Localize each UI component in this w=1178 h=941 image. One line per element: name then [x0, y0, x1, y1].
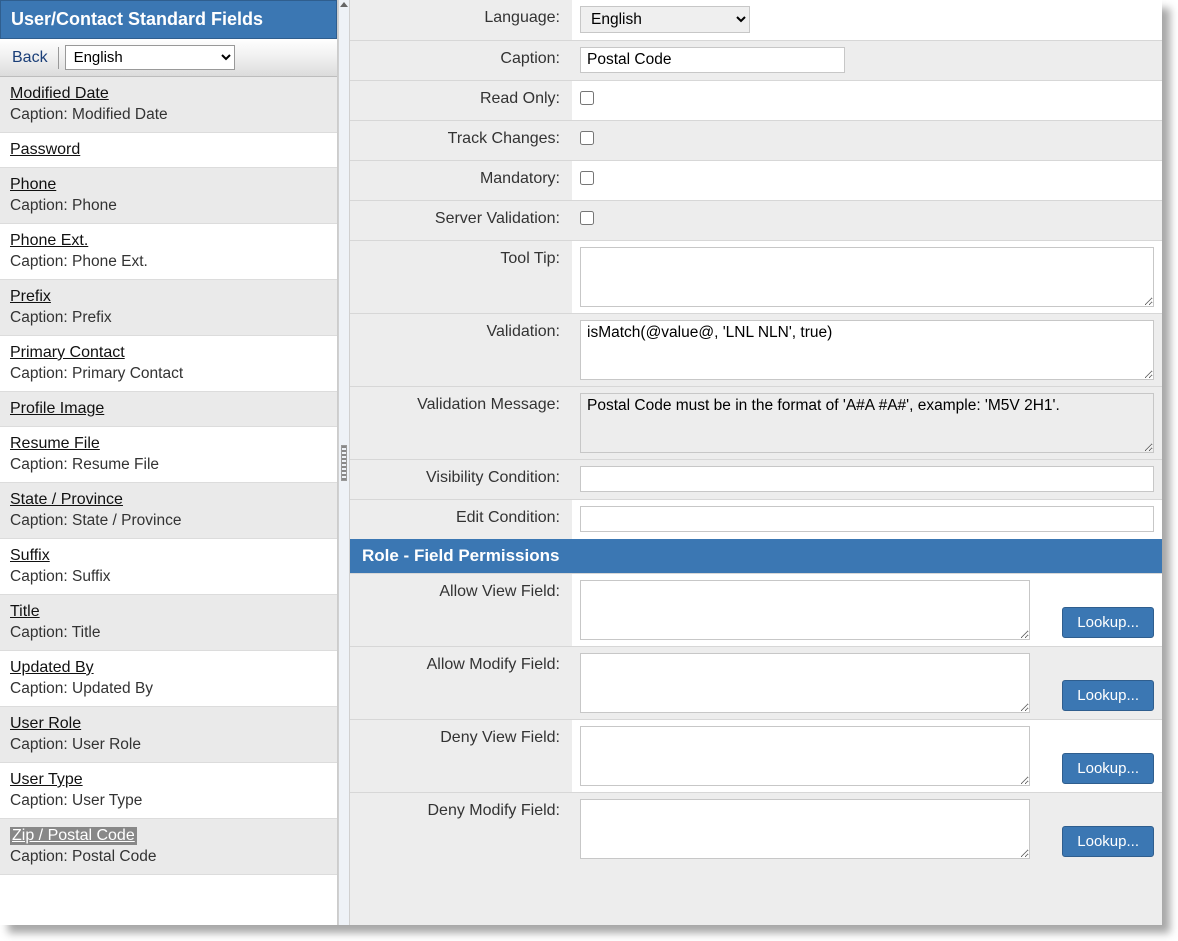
field-name[interactable]: Zip / Postal Code [10, 827, 137, 845]
lookup-button-deny-view[interactable]: Lookup... [1062, 753, 1154, 784]
label-track-changes: Track Changes: [350, 121, 572, 160]
field-name[interactable]: State / Province [10, 491, 123, 509]
tool-tip-input[interactable] [580, 247, 1154, 307]
field-list-item[interactable]: User Type Caption: User Type [0, 763, 337, 819]
field-caption: Caption: Modified Date [10, 106, 327, 124]
deny-modify-input[interactable] [580, 799, 1030, 859]
field-list-item[interactable]: Updated By Caption: Updated By [0, 651, 337, 707]
field-caption: Caption: Updated By [10, 680, 327, 698]
lookup-button-allow-modify[interactable]: Lookup... [1062, 680, 1154, 711]
lookup-button-allow-view[interactable]: Lookup... [1062, 607, 1154, 638]
edit-condition-input[interactable] [580, 506, 1154, 532]
field-caption: Caption: User Role [10, 736, 327, 754]
field-list-item[interactable]: Zip / Postal Code Caption: Postal Code [0, 819, 337, 875]
field-list-item[interactable]: Password [0, 133, 337, 168]
field-caption: Caption: Resume File [10, 456, 327, 474]
drag-handle-icon [341, 445, 347, 481]
field-list-item[interactable]: Resume File Caption: Resume File [0, 427, 337, 483]
language-select[interactable]: English [580, 6, 750, 33]
sidebar-title: User/Contact Standard Fields [0, 0, 337, 39]
label-validation: Validation: [350, 314, 572, 386]
field-name[interactable]: Primary Contact [10, 344, 125, 362]
field-name[interactable]: Password [10, 141, 80, 159]
field-list-item[interactable]: Modified Date Caption: Modified Date [0, 77, 337, 133]
field-caption: Caption: Phone Ext. [10, 253, 327, 271]
label-deny-view: Deny View Field: [350, 720, 572, 792]
label-server-validation: Server Validation: [350, 201, 572, 240]
lookup-button-deny-modify[interactable]: Lookup... [1062, 826, 1154, 857]
permissions-header: Role - Field Permissions [350, 539, 1162, 573]
field-name[interactable]: Profile Image [10, 400, 104, 418]
deny-view-input[interactable] [580, 726, 1030, 786]
field-caption: Caption: Primary Contact [10, 365, 327, 383]
field-name[interactable]: Phone [10, 176, 56, 194]
server-validation-checkbox[interactable] [580, 211, 594, 225]
label-language: Language: [350, 0, 572, 40]
field-list-item[interactable]: Prefix Caption: Prefix [0, 280, 337, 336]
caption-input[interactable] [580, 47, 845, 73]
splitter-handle[interactable] [338, 0, 350, 925]
visibility-condition-input[interactable] [580, 466, 1154, 492]
label-allow-modify: Allow Modify Field: [350, 647, 572, 719]
field-caption: Caption: User Type [10, 792, 327, 810]
mandatory-checkbox[interactable] [580, 171, 594, 185]
label-edit-condition: Edit Condition: [350, 500, 572, 539]
field-name[interactable]: Suffix [10, 547, 50, 565]
field-caption: Caption: State / Province [10, 512, 327, 530]
field-list-item[interactable]: Profile Image [0, 392, 337, 427]
back-button[interactable]: Back [8, 47, 59, 69]
field-name[interactable]: Prefix [10, 288, 51, 306]
collapse-up-icon [340, 2, 348, 7]
label-caption: Caption: [350, 41, 572, 80]
field-caption: Caption: Suffix [10, 568, 327, 586]
sidebar-language-select[interactable]: English [65, 45, 235, 70]
field-name[interactable]: User Type [10, 771, 83, 789]
allow-view-input[interactable] [580, 580, 1030, 640]
track-changes-checkbox[interactable] [580, 131, 594, 145]
sidebar: User/Contact Standard Fields Back Englis… [0, 0, 338, 925]
validation-input[interactable]: isMatch(@value@, 'LNL NLN', true) [580, 320, 1154, 380]
read-only-checkbox[interactable] [580, 91, 594, 105]
field-name[interactable]: Phone Ext. [10, 232, 88, 250]
field-name[interactable]: Modified Date [10, 85, 109, 103]
field-list-item[interactable]: User Role Caption: User Role [0, 707, 337, 763]
field-list-item[interactable]: State / Province Caption: State / Provinc… [0, 483, 337, 539]
field-caption: Caption: Title [10, 624, 327, 642]
field-name[interactable]: Title [10, 603, 40, 621]
field-list[interactable]: Modified Date Caption: Modified Date Passw… [0, 77, 337, 925]
main-panel: Language: English Caption: Read Only: Tr… [350, 0, 1162, 925]
label-validation-message: Validation Message: [350, 387, 572, 459]
field-caption: Caption: Phone [10, 197, 327, 215]
label-visibility-condition: Visibility Condition: [350, 460, 572, 499]
field-name[interactable]: Updated By [10, 659, 94, 677]
field-list-item[interactable]: Primary Contact Caption: Primary Contact [0, 336, 337, 392]
allow-modify-input[interactable] [580, 653, 1030, 713]
field-list-item[interactable]: Title Caption: Title [0, 595, 337, 651]
field-list-item[interactable]: Phone Ext. Caption: Phone Ext. [0, 224, 337, 280]
field-list-item[interactable]: Suffix Caption: Suffix [0, 539, 337, 595]
field-caption: Caption: Postal Code [10, 848, 327, 866]
field-name[interactable]: Resume File [10, 435, 100, 453]
field-list-item[interactable]: Phone Caption: Phone [0, 168, 337, 224]
label-read-only: Read Only: [350, 81, 572, 120]
label-mandatory: Mandatory: [350, 161, 572, 200]
validation-message-input[interactable]: Postal Code must be in the format of 'A#… [580, 393, 1154, 453]
label-tool-tip: Tool Tip: [350, 241, 572, 313]
label-allow-view: Allow View Field: [350, 574, 572, 646]
sidebar-toolbar: Back English [0, 39, 337, 77]
label-deny-modify: Deny Modify Field: [350, 793, 572, 865]
field-caption: Caption: Prefix [10, 309, 327, 327]
field-name[interactable]: User Role [10, 715, 81, 733]
